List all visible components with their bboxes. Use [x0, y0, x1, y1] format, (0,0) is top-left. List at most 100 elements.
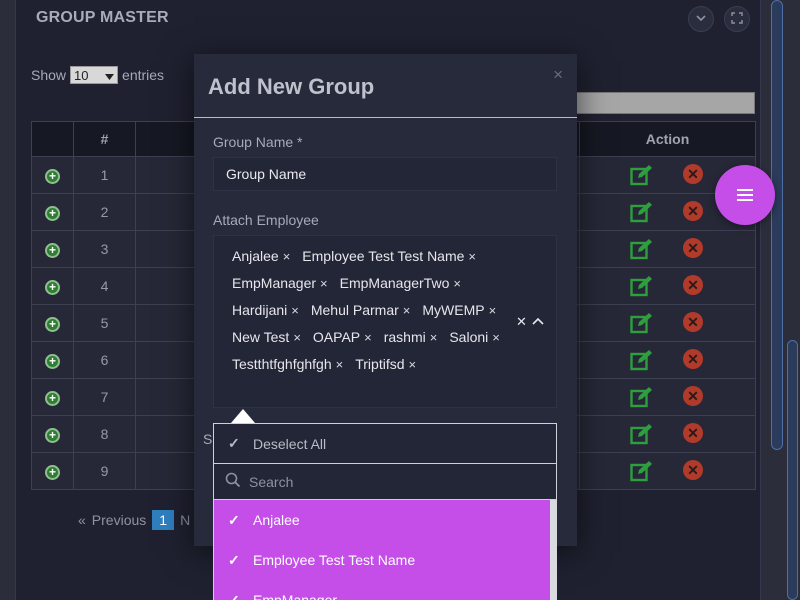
chip-remove-icon[interactable]: ×	[291, 303, 299, 318]
expand-cell: +	[31, 230, 74, 268]
edit-icon[interactable]	[630, 423, 654, 448]
chip-remove-icon[interactable]: ×	[320, 276, 328, 291]
deselect-all-label: Deselect All	[253, 435, 327, 452]
chip-remove-icon[interactable]: ×	[468, 249, 476, 264]
edit-icon[interactable]	[630, 238, 654, 263]
chip-remove-icon[interactable]: ×	[283, 249, 291, 264]
row-number: 2	[73, 193, 136, 231]
chip-label: New Test	[232, 329, 290, 345]
chip-remove-icon[interactable]: ×	[403, 303, 411, 318]
chip-remove-icon[interactable]: ×	[453, 276, 461, 291]
group-name-input[interactable]: Group Name	[213, 157, 557, 191]
expand-plus-icon[interactable]: +	[45, 353, 60, 369]
chip-label: Hardijani	[232, 302, 288, 318]
edit-icon[interactable]	[630, 275, 654, 300]
employee-chip: Anjalee ×	[232, 243, 290, 270]
edit-icon[interactable]	[630, 349, 654, 374]
edit-icon[interactable]	[630, 164, 654, 189]
show-entries: Show 10 entries	[31, 66, 164, 84]
clear-all-icon[interactable]: ✕	[516, 314, 527, 330]
collapse-button[interactable]	[688, 6, 714, 32]
chip-remove-icon[interactable]: ×	[293, 330, 301, 345]
chevron-up-icon[interactable]	[532, 314, 544, 329]
employee-chip: rashmi ×	[384, 324, 438, 351]
delete-icon[interactable]: ✕	[683, 201, 703, 221]
employee-chip: MyWEMP ×	[422, 297, 496, 324]
delete-icon[interactable]: ✕	[683, 238, 703, 258]
page-1-link[interactable]: 1	[152, 510, 175, 530]
header-number: #	[73, 121, 136, 157]
modal-title: Add New Group	[208, 74, 375, 99]
expand-plus-icon[interactable]: +	[45, 390, 60, 406]
row-number: 4	[73, 267, 136, 305]
dropdown-scrollbar[interactable]	[550, 500, 557, 600]
delete-icon[interactable]: ✕	[683, 460, 703, 480]
delete-icon[interactable]: ✕	[683, 164, 703, 184]
menu-fab-button[interactable]	[715, 165, 775, 225]
employee-dropdown: ✓ Deselect All Search ✓ Anjalee ✓ Employee …	[213, 409, 557, 600]
prev-arrow[interactable]: «	[78, 512, 86, 528]
next-page-link[interactable]: N	[180, 512, 190, 528]
chip-label: EmpManagerTwo	[339, 275, 450, 291]
chip-label: Testthtfghfghfgh	[232, 356, 332, 372]
dropdown-option[interactable]: ✓ Employee Test Test Name	[214, 540, 557, 580]
modal-header: Add New Group ×	[194, 54, 577, 118]
expand-plus-icon[interactable]: +	[45, 427, 60, 443]
delete-icon[interactable]: ✕	[683, 275, 703, 295]
chip-remove-icon[interactable]: ×	[409, 357, 417, 372]
check-icon: ✓	[228, 511, 240, 528]
table-search-input[interactable]	[576, 92, 755, 114]
expand-icon	[731, 11, 743, 27]
delete-icon[interactable]: ✕	[683, 349, 703, 369]
row-number: 5	[73, 304, 136, 342]
dropdown-option[interactable]: ✓ Anjalee	[214, 500, 557, 540]
delete-icon[interactable]: ✕	[683, 423, 703, 443]
chip-remove-icon[interactable]: ×	[364, 330, 372, 345]
inner-scrollbar[interactable]	[771, 0, 783, 450]
edit-icon[interactable]	[630, 312, 654, 337]
prev-page-link[interactable]: Previous	[92, 512, 146, 528]
expand-plus-icon[interactable]: +	[45, 242, 60, 258]
edit-icon[interactable]	[630, 201, 654, 226]
expand-cell: +	[31, 378, 74, 416]
expand-plus-icon[interactable]: +	[45, 205, 60, 221]
selected-chips: Anjalee × Employee Test Test Name ×EmpManag…	[232, 243, 522, 378]
deselect-all-option[interactable]: ✓ Deselect All	[213, 423, 557, 464]
employee-chip: New Test ×	[232, 324, 301, 351]
page-scrollbar[interactable]	[787, 340, 798, 600]
select-caret-icon	[105, 68, 115, 83]
action-cell: ✕	[579, 378, 756, 416]
entries-value: 10	[74, 67, 89, 83]
chip-remove-icon[interactable]: ×	[489, 303, 497, 318]
chip-remove-icon[interactable]: ×	[336, 357, 344, 372]
fullscreen-button[interactable]	[724, 6, 750, 32]
chip-remove-icon[interactable]: ×	[430, 330, 438, 345]
dropdown-search[interactable]: Search	[213, 464, 557, 500]
expand-cell: +	[31, 156, 74, 194]
expand-plus-icon[interactable]: +	[45, 279, 60, 295]
chip-label: Triptifsd	[355, 356, 405, 372]
action-cell: ✕	[579, 230, 756, 268]
expand-plus-icon[interactable]: +	[45, 464, 60, 480]
employee-chip: OAPAP ×	[313, 324, 372, 351]
edit-icon[interactable]	[630, 386, 654, 411]
chip-label: rashmi	[383, 329, 426, 345]
dropdown-option[interactable]: ✓ EmpManager	[214, 580, 557, 600]
chip-remove-icon[interactable]: ×	[492, 330, 500, 345]
entries-select[interactable]: 10	[70, 66, 119, 84]
expand-plus-icon[interactable]: +	[45, 168, 60, 184]
employee-chip: EmpManager ×	[232, 270, 328, 297]
expand-cell: +	[31, 452, 74, 490]
employee-chip: Saloni ×	[449, 324, 500, 351]
edit-icon[interactable]	[630, 460, 654, 485]
chip-label: EmpManager	[232, 275, 317, 291]
expand-plus-icon[interactable]: +	[45, 316, 60, 332]
search-icon	[225, 472, 241, 491]
delete-icon[interactable]: ✕	[683, 312, 703, 332]
action-cell: ✕	[579, 415, 756, 453]
close-icon[interactable]: ×	[553, 65, 563, 85]
attach-employee-multiselect[interactable]: Anjalee × Employee Test Test Name ×EmpManag…	[213, 235, 557, 408]
expand-cell: +	[31, 304, 74, 342]
dropdown-arrow	[231, 409, 255, 423]
delete-icon[interactable]: ✕	[683, 386, 703, 406]
